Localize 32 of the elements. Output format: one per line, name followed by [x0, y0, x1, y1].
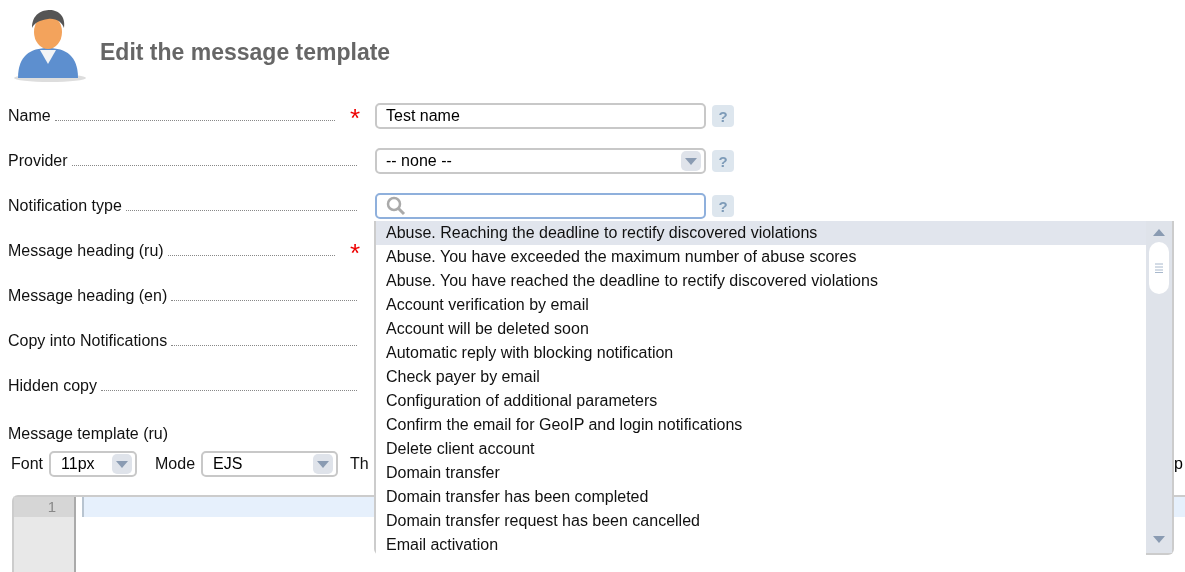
field-label: Notification type	[8, 197, 122, 215]
toolbar-label: Mode	[155, 455, 196, 473]
line-number: 1	[14, 497, 74, 517]
select-field[interactable]: 11px	[49, 451, 137, 477]
text-field[interactable]: Test name	[375, 103, 706, 129]
dropdown-caret-icon	[116, 460, 128, 468]
search-field[interactable]	[375, 193, 706, 219]
required-asterisk: *	[348, 238, 362, 264]
field-label: Message heading (en)	[8, 287, 168, 305]
dropdown-caret-icon	[317, 460, 330, 468]
toolbar-label: p	[1174, 455, 1183, 473]
scrollbar[interactable]	[1146, 221, 1172, 553]
search-icon	[386, 196, 406, 216]
select-field[interactable]: -- none --	[375, 148, 706, 174]
required-asterisk: *	[348, 103, 362, 129]
field-label: Message template (ru)	[8, 425, 169, 443]
dropdown-caret-icon	[685, 157, 697, 165]
field-label: Message heading (ru)	[8, 242, 164, 260]
scroll-up-icon	[1153, 229, 1165, 236]
field-label: Provider	[8, 152, 68, 170]
user-avatar-icon	[12, 8, 88, 82]
field-label: Name	[8, 107, 51, 125]
toolbar-label: Font	[11, 455, 43, 473]
page-title: Edit the message template	[100, 38, 391, 66]
select-field[interactable]: EJS	[201, 451, 339, 477]
dropdown-option[interactable]: Abuse. Reaching the deadline to rectify discovered violations	[376, 221, 1146, 245]
toolbar-label: Th	[350, 455, 369, 473]
grip-icon	[1155, 263, 1163, 273]
scroll-down-icon	[1153, 536, 1165, 543]
field-label: Hidden copy	[8, 377, 97, 395]
scroll-thumb[interactable]	[1149, 242, 1169, 294]
field-label: Copy into Notifications	[8, 332, 168, 350]
